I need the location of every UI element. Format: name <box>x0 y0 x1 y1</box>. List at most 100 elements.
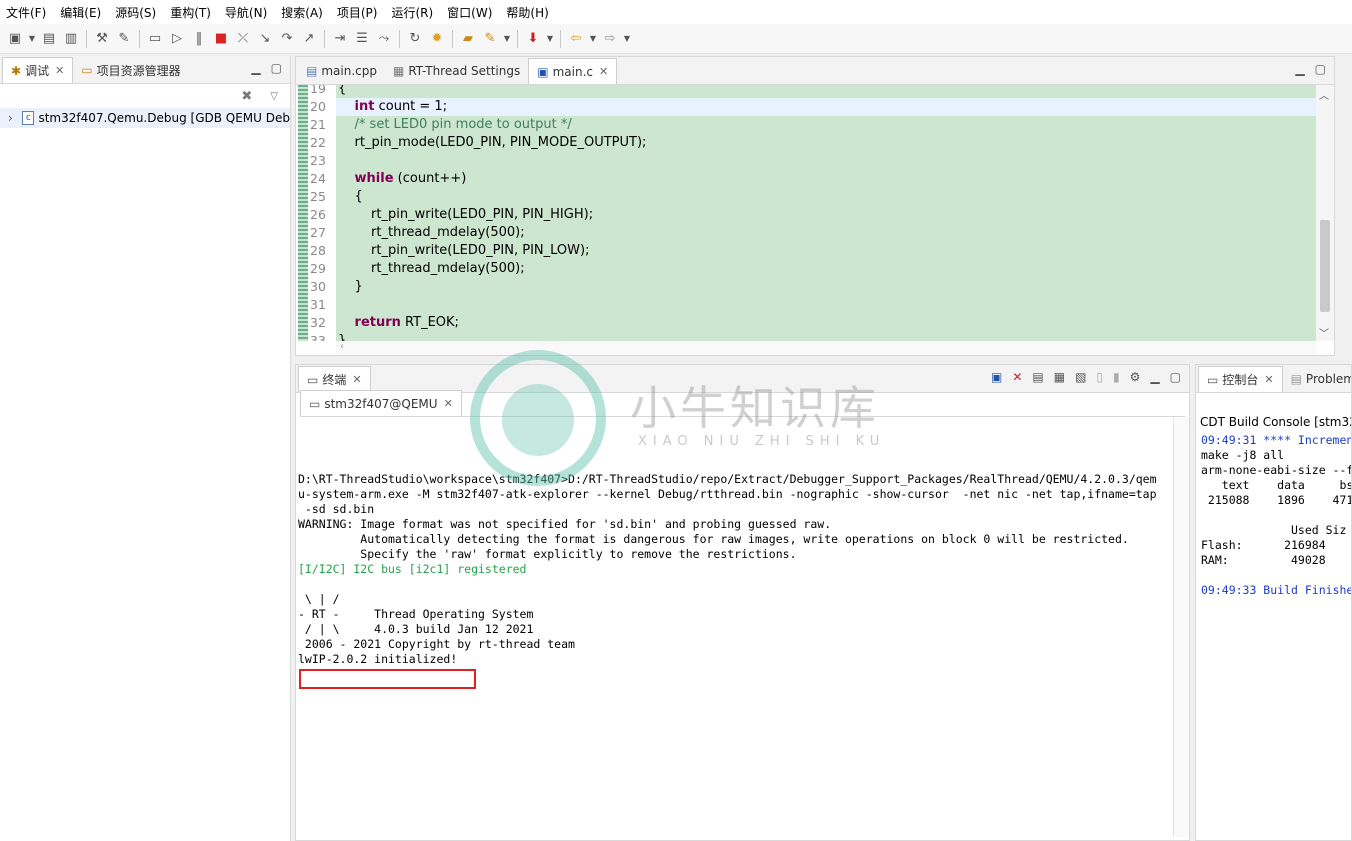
step-over-icon[interactable]: ↷ <box>278 30 296 48</box>
maximize-icon[interactable]: ▢ <box>271 61 282 75</box>
pin-icon[interactable]: ▧ <box>1075 370 1086 384</box>
clear-console-icon[interactable]: ▦ <box>1054 370 1065 384</box>
close-icon[interactable]: ✕ <box>444 397 453 410</box>
dropdown-icon[interactable]: ▼ <box>623 30 631 48</box>
debug-star-icon[interactable]: ✹ <box>428 30 446 48</box>
console-output[interactable]: 09:49:31 **** Incremen make -j8 all arm-no… <box>1201 433 1351 598</box>
maximize-icon[interactable]: ▢ <box>1170 370 1181 384</box>
menu-item[interactable]: 搜索(A) <box>281 4 323 21</box>
menu-item[interactable]: 导航(N) <box>225 4 267 21</box>
skip-breakpoints-icon[interactable]: ⤳ <box>375 30 393 48</box>
code-line[interactable]: 19{ <box>296 85 1316 98</box>
tree-item[interactable]: › c stm32f407.Qemu.Debug [GDB QEMU Deb <box>0 108 290 128</box>
tab-project-explorer[interactable]: ▭ 项目资源管理器 <box>73 57 188 83</box>
code-line[interactable]: 21 /* set LED0 pin mode to output */ <box>296 116 1316 134</box>
tab-console[interactable]: ▭ 控制台 ✕ <box>1198 366 1283 392</box>
minimize-icon[interactable]: ▁ <box>251 61 260 75</box>
run-config-icon[interactable]: ✎ <box>481 30 499 48</box>
step-into-icon[interactable]: ↘ <box>256 30 274 48</box>
close-icon[interactable]: ✕ <box>352 373 361 386</box>
code-line[interactable]: 25 { <box>296 188 1316 206</box>
menu-item[interactable]: 帮助(H) <box>506 4 548 21</box>
close-icon[interactable]: ✕ <box>599 65 608 78</box>
minimize-icon[interactable]: ▁ <box>1295 62 1304 76</box>
paste-icon[interactable]: ▮ <box>1113 370 1120 384</box>
code-line[interactable]: 33} <box>296 332 1316 341</box>
view-menu-icon[interactable]: ▽ <box>270 91 278 102</box>
settings-icon[interactable]: ⚙ <box>1130 370 1141 384</box>
code-line[interactable]: 27 rt_thread_mdelay(500); <box>296 224 1316 242</box>
code-line[interactable]: 26 rt_pin_write(LED0_PIN, PIN_HIGH); <box>296 206 1316 224</box>
menu-item[interactable]: 重构(T) <box>170 4 211 21</box>
tab-main-c[interactable]: ▣ main.c ✕ <box>528 58 618 84</box>
terminal-icon[interactable]: ▭ <box>146 30 164 48</box>
menu-item[interactable]: 窗口(W) <box>447 4 492 21</box>
tab-debug[interactable]: ✱ 调试 ✕ <box>2 57 74 83</box>
menu-item[interactable]: 源码(S) <box>115 4 156 21</box>
toolbar-separator <box>139 29 140 48</box>
chevron-left-icon[interactable]: ‹ <box>340 341 344 352</box>
step-return-icon[interactable]: ↗ <box>300 30 318 48</box>
minimize-icon[interactable]: ▁ <box>1150 370 1159 384</box>
tab-rt-thread-settings[interactable]: ▦ RT-Thread Settings <box>385 58 528 84</box>
dropdown-icon[interactable]: ▼ <box>546 30 554 48</box>
code-line[interactable]: 31 <box>296 296 1316 314</box>
dropdown-icon[interactable]: ▼ <box>503 30 511 48</box>
scroll-lock-icon[interactable]: ▤ <box>1032 370 1043 384</box>
save-icon[interactable]: ▤ <box>40 30 58 48</box>
build-icon[interactable]: ⚒ <box>93 30 111 48</box>
code-line[interactable]: 20 int count = 1; <box>296 98 1316 116</box>
forward-arrow-icon[interactable]: ⇨ <box>601 30 619 48</box>
code-line[interactable]: 29 rt_thread_mdelay(500); <box>296 260 1316 278</box>
back-arrow-icon[interactable]: ⇦ <box>567 30 585 48</box>
chevron-right-icon[interactable]: › <box>8 111 18 125</box>
close-icon[interactable]: ✕ <box>55 64 64 77</box>
tab-main-cpp[interactable]: ▤ main.cpp <box>298 58 385 84</box>
new-icon[interactable]: ▣ <box>6 30 24 48</box>
chevron-up-icon[interactable]: ︿ <box>1319 87 1329 102</box>
disconnect-icon[interactable]: ⤫ <box>234 30 252 48</box>
highlight-box <box>299 669 476 689</box>
tools-icon[interactable]: ✎ <box>115 30 133 48</box>
code-line[interactable]: 22 rt_pin_mode(LED0_PIN, PIN_MODE_OUTPUT… <box>296 134 1316 152</box>
tab-terminal[interactable]: ▭ 终端 ✕ <box>298 366 371 392</box>
open-terminal-icon[interactable]: ▣ <box>991 370 1002 384</box>
save-all-icon[interactable]: ▥ <box>62 30 80 48</box>
code-line[interactable]: 23 <box>296 152 1316 170</box>
instruction-step-icon[interactable]: ⇥ <box>331 30 349 48</box>
tab-label: 控制台 <box>1222 373 1259 387</box>
code-line[interactable]: 32 return RT_EOK; <box>296 314 1316 332</box>
open-folder-icon[interactable]: ▰ <box>459 30 477 48</box>
horizontal-scrollbar[interactable]: ‹ <box>336 341 1316 355</box>
menu-item[interactable]: 项目(P) <box>337 4 378 21</box>
download-icon[interactable]: ⬇ <box>524 30 542 48</box>
maximize-icon[interactable]: ▢ <box>1315 62 1326 76</box>
terminal-output[interactable]: D:\RT-ThreadStudio\workspace\stm32f407>D… <box>298 427 1186 837</box>
terminate-icon[interactable]: ■ <box>212 30 230 48</box>
list-icon[interactable]: ☰ <box>353 30 371 48</box>
chevron-down-icon[interactable]: ﹀ <box>1319 325 1329 340</box>
menu-item[interactable]: 编辑(E) <box>60 4 101 21</box>
refresh-icon[interactable]: ↻ <box>406 30 424 48</box>
close-icon[interactable]: ✕ <box>1264 373 1273 386</box>
code-line[interactable]: 28 rt_pin_write(LED0_PIN, PIN_LOW); <box>296 242 1316 260</box>
vertical-scrollbar[interactable] <box>1173 417 1189 837</box>
dropdown-icon[interactable]: ▼ <box>28 30 36 48</box>
menu-item[interactable]: 运行(R) <box>391 4 433 21</box>
console-line: Flash: 216984 <box>1201 538 1326 552</box>
remove-terminated-icon[interactable]: ✖ <box>241 89 252 104</box>
resume-icon[interactable]: ▷ <box>168 30 186 48</box>
terminal-line: D:\RT-ThreadStudio\workspace\stm32f407>D… <box>298 472 1157 486</box>
suspend-icon[interactable]: ‖ <box>190 30 208 48</box>
dropdown-icon[interactable]: ▼ <box>589 30 597 48</box>
code-area[interactable]: 19{20 int count = 1; 21 /* set LED0 pin m… <box>296 85 1316 341</box>
tab-terminal-session[interactable]: ▭ stm32f407@QEMU ✕ <box>300 390 462 416</box>
tab-problems[interactable]: ▤ Problem <box>1283 366 1351 392</box>
copy-icon[interactable]: ▯ <box>1096 370 1103 384</box>
disconnect-icon[interactable]: ✕ <box>1012 370 1022 384</box>
vertical-scrollbar[interactable]: ︿ ﹀ <box>1316 85 1334 341</box>
code-line[interactable]: 30 } <box>296 278 1316 296</box>
menu-item[interactable]: 文件(F) <box>6 4 46 21</box>
scrollbar-thumb[interactable] <box>1320 220 1330 312</box>
code-line[interactable]: 24 while (count++) <box>296 170 1316 188</box>
